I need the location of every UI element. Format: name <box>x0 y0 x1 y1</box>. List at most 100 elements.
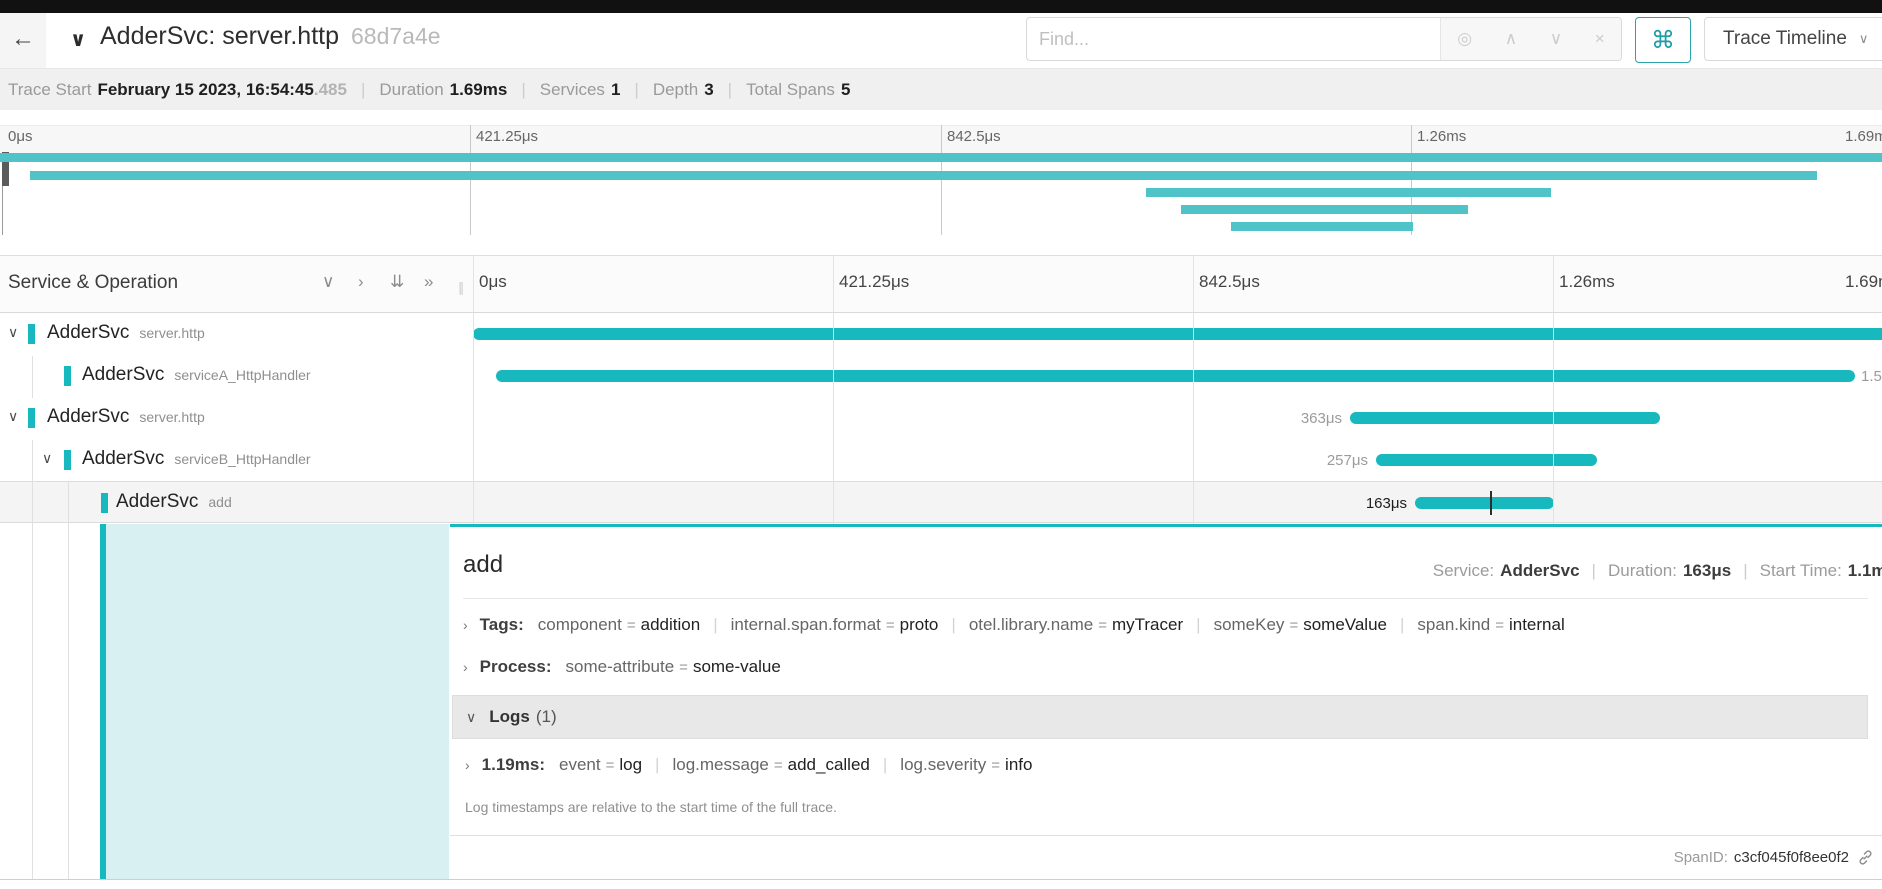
minimap-span-bar[interactable] <box>1231 222 1413 231</box>
kv-key: span.kind <box>1417 615 1490 634</box>
meta-separator: | <box>1743 561 1747 580</box>
view-selector-dropdown[interactable]: Trace Timeline ∨ <box>1704 17 1882 61</box>
row-color-bar <box>64 366 71 386</box>
row-span-bar[interactable] <box>473 328 1882 340</box>
row-chevron-down-icon[interactable]: ∨ <box>8 408 18 425</box>
span-row[interactable]: ∨ AdderSvcserviceB_HttpHandler 257μs <box>0 439 1882 481</box>
find-input[interactable] <box>1027 18 1449 60</box>
info-label: Duration <box>379 80 443 100</box>
collapse-one-icon[interactable]: ∨ <box>322 272 334 292</box>
minimap-gridline <box>470 125 471 235</box>
next-result-icon[interactable]: ∨ <box>1550 29 1562 49</box>
copy-link-icon[interactable] <box>1857 849 1874 866</box>
row-chevron-down-icon[interactable]: ∨ <box>42 450 52 467</box>
clear-search-icon[interactable]: × <box>1595 29 1605 49</box>
kv-value: myTracer <box>1112 615 1183 634</box>
logs-accordion-header[interactable]: ∨ Logs (1) <box>452 695 1868 739</box>
log-entry-row[interactable]: ›1.19ms:event=log|log.message=add_called… <box>465 755 1032 775</box>
row-operation-name: add <box>208 494 231 510</box>
span-row[interactable]: AdderSvcadd163μs <box>0 481 1882 523</box>
info-value: 3 <box>704 80 713 100</box>
locate-icon[interactable]: ◎ <box>1457 29 1472 49</box>
info-separator: | <box>521 80 525 100</box>
back-arrow-icon: ← <box>11 25 35 53</box>
detail-bottom-border <box>0 879 1882 880</box>
span-row[interactable]: AdderSvcserviceA_HttpHandler1.59ms <box>0 355 1882 397</box>
chevron-right-icon[interactable]: › <box>465 757 470 773</box>
column-resize-handle[interactable]: ∥ <box>458 280 466 296</box>
minimap-span-bar[interactable] <box>1181 205 1468 214</box>
timeline-minimap[interactable]: 0μs421.25μs842.5μs1.26ms1.69ms <box>0 110 1882 235</box>
page-title: AdderSvc: server.http68d7a4e <box>100 22 441 51</box>
kv-value: log <box>619 755 642 774</box>
kv-separator: | <box>951 615 955 634</box>
kv-separator: | <box>883 755 887 774</box>
minimap-span-bar[interactable] <box>30 171 1817 180</box>
trace-collapse-chevron-icon[interactable]: ∨ <box>70 27 86 52</box>
collapse-all-icon[interactable]: ⇊ <box>390 272 404 292</box>
kv-equals: = <box>991 757 1000 774</box>
kv-value: internal <box>1509 615 1565 634</box>
info-value: 5 <box>841 80 850 100</box>
minimap-span-bar[interactable] <box>1146 188 1551 197</box>
row-service-name[interactable]: AdderSvcserviceB_HttpHandler <box>82 448 311 470</box>
timeline-tick-label: 842.5μs <box>1199 272 1260 292</box>
keyboard-shortcuts-button[interactable]: ⌘ <box>1635 17 1691 63</box>
kv-separator: | <box>1400 615 1404 634</box>
chevron-down-icon: ∨ <box>466 709 476 726</box>
kv-value: some-value <box>693 657 781 676</box>
kv-equals: = <box>1098 617 1107 634</box>
span-detail-title: add <box>463 551 503 579</box>
span-row[interactable]: ∨AdderSvcserver.http363μs <box>0 397 1882 439</box>
kv-equals: = <box>886 617 895 634</box>
section-label: Tags: <box>480 615 524 634</box>
row-service-name[interactable]: AdderSvcserviceA_HttpHandler <box>82 364 311 386</box>
command-icon: ⌘ <box>1651 26 1675 55</box>
trace-info-bar: Trace StartFebruary 15 2023, 16:54:45.48… <box>0 68 1882 110</box>
meta-label: Start Time: <box>1760 561 1842 580</box>
kv-equals: = <box>679 659 688 676</box>
kv-key: some-attribute <box>566 657 675 676</box>
trace-timeline-page: ← ∨ AdderSvc: server.http68d7a4e ◎ ∧ ∨ ×… <box>0 0 1882 889</box>
kv-equals: = <box>1289 617 1298 634</box>
logs-label: Logs <box>489 707 530 727</box>
kv-key: otel.library.name <box>969 615 1093 634</box>
kv-value: someValue <box>1303 615 1387 634</box>
timeline-gridline <box>473 255 474 524</box>
row-operation-name: serviceB_HttpHandler <box>174 451 310 467</box>
log-event-marker[interactable] <box>1490 491 1492 515</box>
tags-row[interactable]: ›Tags:component=addition|internal.span.f… <box>463 615 1565 635</box>
meta-value: AdderSvc <box>1500 561 1579 580</box>
kv-value: proto <box>900 615 939 634</box>
row-span-bar[interactable] <box>496 370 1855 382</box>
row-span-bar[interactable] <box>1350 412 1660 424</box>
find-icon-group: ◎ ∧ ∨ × <box>1440 18 1621 60</box>
meta-label: Duration: <box>1608 561 1677 580</box>
minimap-tick-label: 0μs <box>8 128 33 145</box>
span-table-header: Service & Operation ∥ ∨›⇊»0μs421.25μs842… <box>0 255 1882 313</box>
tree-guide-line <box>68 482 69 879</box>
chevron-right-icon[interactable]: › <box>463 659 468 675</box>
span-row[interactable]: ∨ AdderSvcserver.http <box>0 313 1882 355</box>
minimap-span-bar[interactable] <box>0 153 1882 162</box>
timeline-tick-label: 1.26ms <box>1559 272 1615 292</box>
expand-all-icon[interactable]: » <box>424 272 433 292</box>
chevron-right-icon[interactable]: › <box>463 617 468 633</box>
previous-result-icon[interactable]: ∧ <box>1505 29 1517 49</box>
top-black-bar <box>0 0 1882 13</box>
process-row[interactable]: ›Process:some-attribute=some-value <box>463 657 781 677</box>
kv-key: internal.span.format <box>731 615 881 634</box>
row-span-bar[interactable] <box>1376 454 1597 466</box>
row-service-name[interactable]: AdderSvcadd <box>116 491 232 513</box>
expand-one-icon[interactable]: › <box>358 272 364 292</box>
row-chevron-down-icon[interactable]: ∨ <box>8 324 18 341</box>
row-span-bar[interactable] <box>1415 497 1554 509</box>
kv-key: someKey <box>1214 615 1285 634</box>
chevron-down-icon: ∨ <box>1859 31 1869 47</box>
detail-footer-divider <box>450 835 1882 836</box>
row-duration-label: 257μs <box>1327 452 1368 469</box>
row-service-name[interactable]: AdderSvcserver.http <box>47 322 205 344</box>
kv-equals: = <box>774 757 783 774</box>
row-service-name[interactable]: AdderSvcserver.http <box>47 406 205 428</box>
info-label: Trace Start <box>8 80 91 100</box>
